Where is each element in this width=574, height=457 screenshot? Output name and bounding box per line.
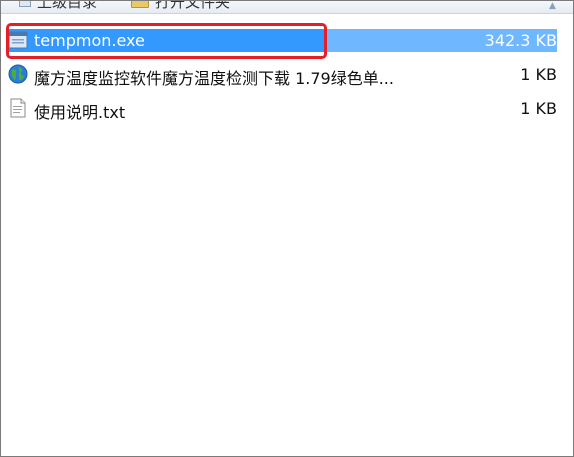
file-name: 魔方温度监控软件魔方温度检测下载 1.79绿色单... [34, 69, 394, 88]
file-list: tempmon.exe 342.3 KB 魔方温度监控软件魔方温度检测下载 1.… [1, 23, 573, 125]
file-size: 1 KB [520, 99, 557, 118]
up-arrow-icon [19, 1, 31, 7]
file-name: 使用说明.txt [34, 103, 126, 122]
scroll-up-icon[interactable]: ▲ [549, 2, 557, 11]
internet-shortcut-icon [8, 64, 28, 84]
text-file-icon [8, 98, 28, 118]
file-name: tempmon.exe [34, 31, 145, 50]
exe-file-icon [8, 30, 28, 50]
open-folder-button[interactable]: 打开文件夹 [131, 1, 231, 11]
file-size: 342.3 KB [484, 31, 557, 50]
up-folder-label: 上级目录 [37, 1, 98, 11]
file-row-tempmon[interactable]: tempmon.exe 342.3 KB [1, 23, 573, 59]
file-row-shortcut[interactable]: 魔方温度监控软件魔方温度检测下载 1.79绿色单... 1 KB [1, 57, 573, 91]
file-list-window: 上级目录 打开文件夹 ▲ tempmon.exe 342.3 KB 魔方温度监控… [0, 0, 574, 457]
up-folder-button[interactable]: 上级目录 [19, 1, 98, 11]
toolbar: 上级目录 打开文件夹 ▲ [1, 1, 573, 14]
file-row-readme[interactable]: 使用说明.txt 1 KB [1, 91, 573, 125]
open-folder-label: 打开文件夹 [155, 1, 231, 11]
folder-icon [131, 1, 149, 8]
file-size: 1 KB [520, 65, 557, 84]
